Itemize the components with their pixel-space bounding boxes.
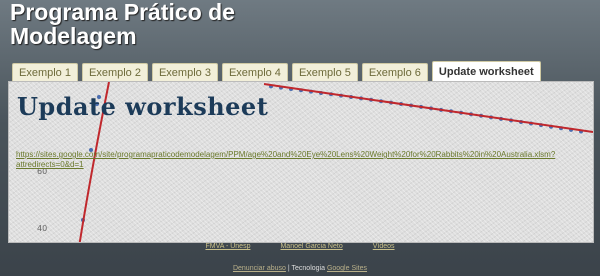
footer-separator: | <box>287 265 290 272</box>
site-title-line1: Programa Prático de <box>10 0 235 25</box>
tab-bar: Exemplo 1 Exemplo 2 Exemplo 3 Exemplo 4 … <box>12 61 541 83</box>
google-sites-link[interactable]: Google Sites <box>327 265 367 272</box>
footer-links: FMVA - Unesp Manoel Garcia Neto Vídeos <box>0 243 600 255</box>
content-panel: 60 40 Update worksheet https://sites.goo… <box>8 81 594 243</box>
worksheet-link[interactable]: https://sites.google.com/site/programapr… <box>16 150 556 170</box>
footer-link-author[interactable]: Manoel Garcia Neto <box>280 243 342 255</box>
site-header: Programa Prático de Modelagem <box>10 0 410 58</box>
tab-update-worksheet[interactable]: Update worksheet <box>431 61 541 82</box>
tab-exemplo-4[interactable]: Exemplo 4 <box>221 63 288 82</box>
tab-exemplo-3[interactable]: Exemplo 3 <box>151 63 218 82</box>
site-title-line2: Modelagem <box>10 23 137 49</box>
page-heading: Update worksheet <box>17 92 269 121</box>
tab-exemplo-1[interactable]: Exemplo 1 <box>12 63 78 82</box>
fit-curve-right <box>263 83 593 133</box>
tab-exemplo-5[interactable]: Exemplo 5 <box>291 63 358 82</box>
y-tick-label: 40 <box>37 224 47 233</box>
footer-link-fmva[interactable]: FMVA - Unesp <box>205 243 250 255</box>
tab-exemplo-6[interactable]: Exemplo 6 <box>361 63 428 82</box>
footer-link-videos[interactable]: Vídeos <box>373 243 395 255</box>
footer-tech-label: Tecnologia <box>291 265 325 272</box>
site-footer: Denunciar abuso | Tecnologia Google Site… <box>0 265 600 272</box>
report-abuse-link[interactable]: Denunciar abuso <box>233 265 286 272</box>
tab-exemplo-2[interactable]: Exemplo 2 <box>81 63 148 82</box>
site-title[interactable]: Programa Prático de Modelagem <box>10 0 410 48</box>
